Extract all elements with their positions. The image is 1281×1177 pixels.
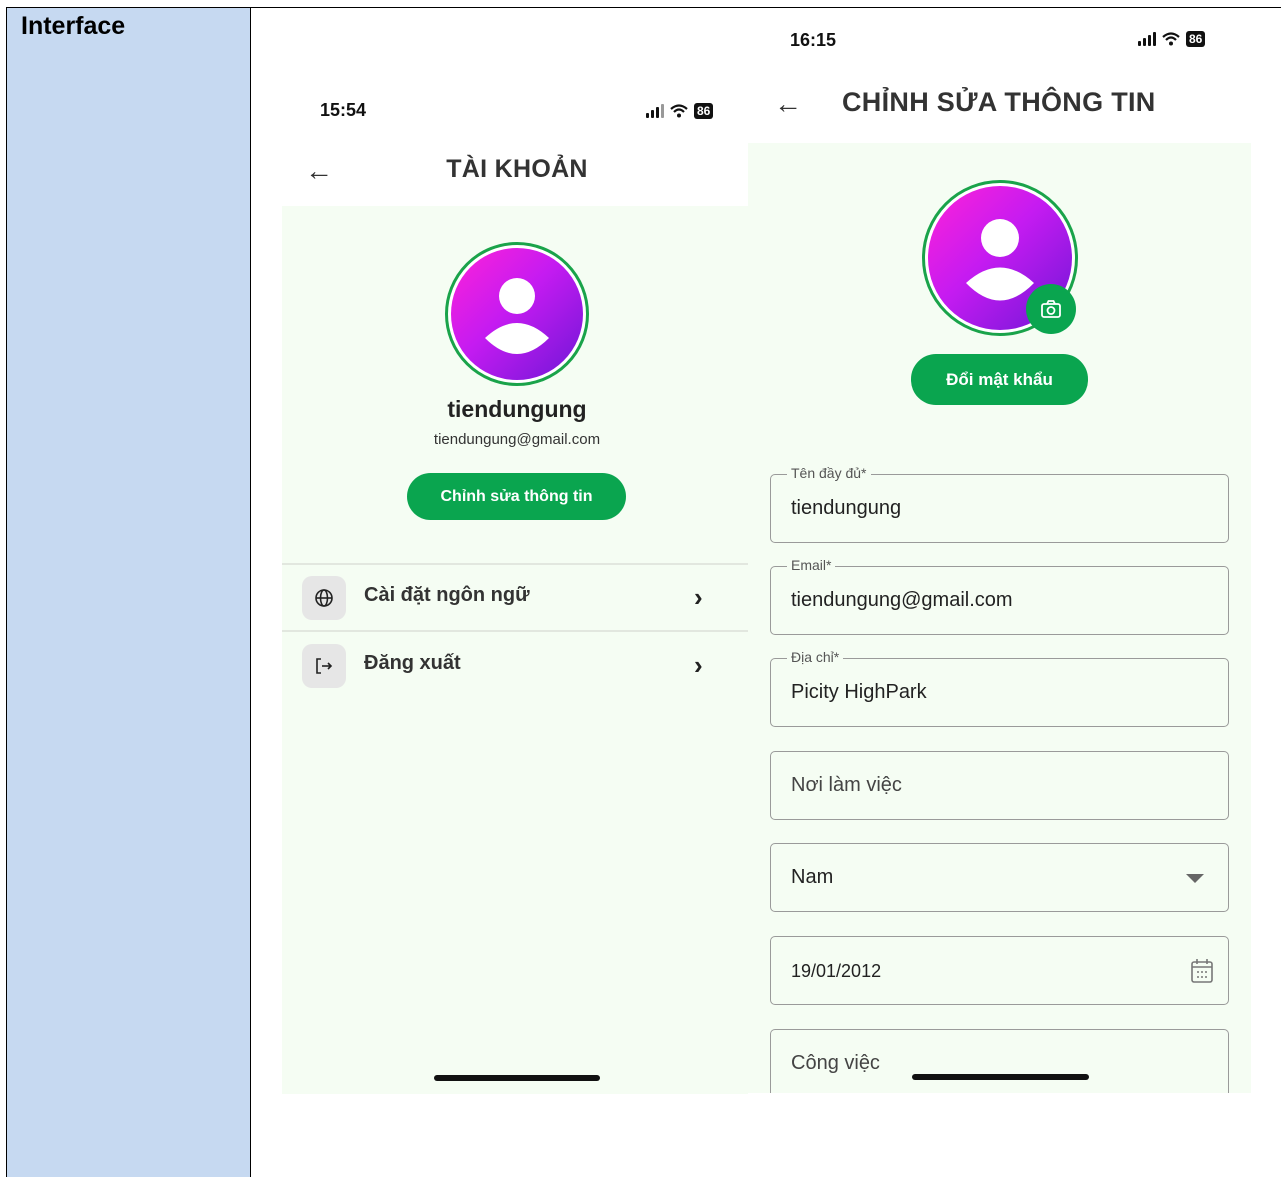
wifi-icon <box>1162 32 1180 46</box>
doc-label: Interface <box>21 12 126 40</box>
avatar <box>445 242 589 386</box>
menu-item-logout[interactable]: Đăng xuất › <box>282 634 748 698</box>
signal-icon <box>1138 32 1156 46</box>
fullname-field[interactable]: Tên đầy đủ* tiendungung <box>770 465 1229 543</box>
user-icon <box>485 278 549 354</box>
divider <box>282 630 748 632</box>
username: tiendungung <box>447 396 587 422</box>
address-value: Picity HighPark <box>791 681 927 703</box>
back-arrow-icon[interactable]: ← <box>774 90 802 118</box>
gender-value: Nam <box>791 866 834 888</box>
dropdown-arrow-icon <box>1186 874 1204 883</box>
job-field[interactable]: Công việc <box>770 1029 1229 1093</box>
workplace-field[interactable]: Nơi làm việc <box>770 751 1229 820</box>
change-password-button[interactable]: Đổi mật khẩu <box>911 354 1088 405</box>
menu-item-label: Đăng xuất <box>364 652 461 674</box>
signal-icon <box>646 104 664 118</box>
menu-item-language[interactable]: Cài đặt ngôn ngữ › <box>282 566 748 630</box>
email-value: tiendungung@gmail.com <box>791 589 1013 611</box>
doc-label-column <box>6 7 250 1177</box>
battery-icon: 86 <box>694 103 714 119</box>
chevron-right-icon: › <box>694 582 703 612</box>
email-field[interactable]: Email* tiendungung@gmail.com <box>770 557 1229 635</box>
table-border-top <box>6 7 1281 8</box>
gender-select[interactable]: Nam <box>770 843 1229 912</box>
page-title: TÀI KHOẢN <box>446 155 588 183</box>
birthday-value: 19/01/2012 <box>791 961 882 981</box>
page-title: CHỈNH SỬA THÔNG TIN <box>842 87 1156 117</box>
wifi-icon <box>670 104 688 118</box>
fullname-value: tiendungung <box>791 497 902 519</box>
email-label: Email* <box>787 557 836 573</box>
home-indicator <box>912 1074 1089 1080</box>
divider <box>282 563 748 565</box>
chevron-right-icon: › <box>694 650 703 680</box>
status-time: 15:54 <box>320 100 367 120</box>
battery-icon: 86 <box>1186 31 1206 47</box>
job-placeholder: Công việc <box>791 1052 880 1074</box>
status-time: 16:15 <box>790 30 837 50</box>
camera-icon[interactable] <box>1026 284 1076 334</box>
globe-icon <box>302 576 346 620</box>
status-icons: 86 <box>1138 31 1206 47</box>
workplace-placeholder: Nơi làm việc <box>791 774 902 796</box>
address-field[interactable]: Địa chỉ* Picity HighPark <box>770 649 1229 727</box>
user-email: tiendungung@gmail.com <box>433 431 601 448</box>
birthday-field[interactable]: 19/01/2012 <box>770 936 1229 1005</box>
status-icons: 86 <box>646 103 714 119</box>
table-border-middle <box>250 7 251 1177</box>
address-label: Địa chỉ* <box>787 649 844 665</box>
table-border-left <box>6 7 7 1177</box>
fullname-label: Tên đầy đủ* <box>787 465 871 481</box>
edit-profile-button[interactable]: Chỉnh sửa thông tin <box>407 473 626 520</box>
logout-icon <box>302 644 346 688</box>
menu-item-label: Cài đặt ngôn ngữ <box>364 584 530 606</box>
home-indicator <box>434 1075 600 1081</box>
calendar-icon[interactable] <box>1190 958 1214 984</box>
